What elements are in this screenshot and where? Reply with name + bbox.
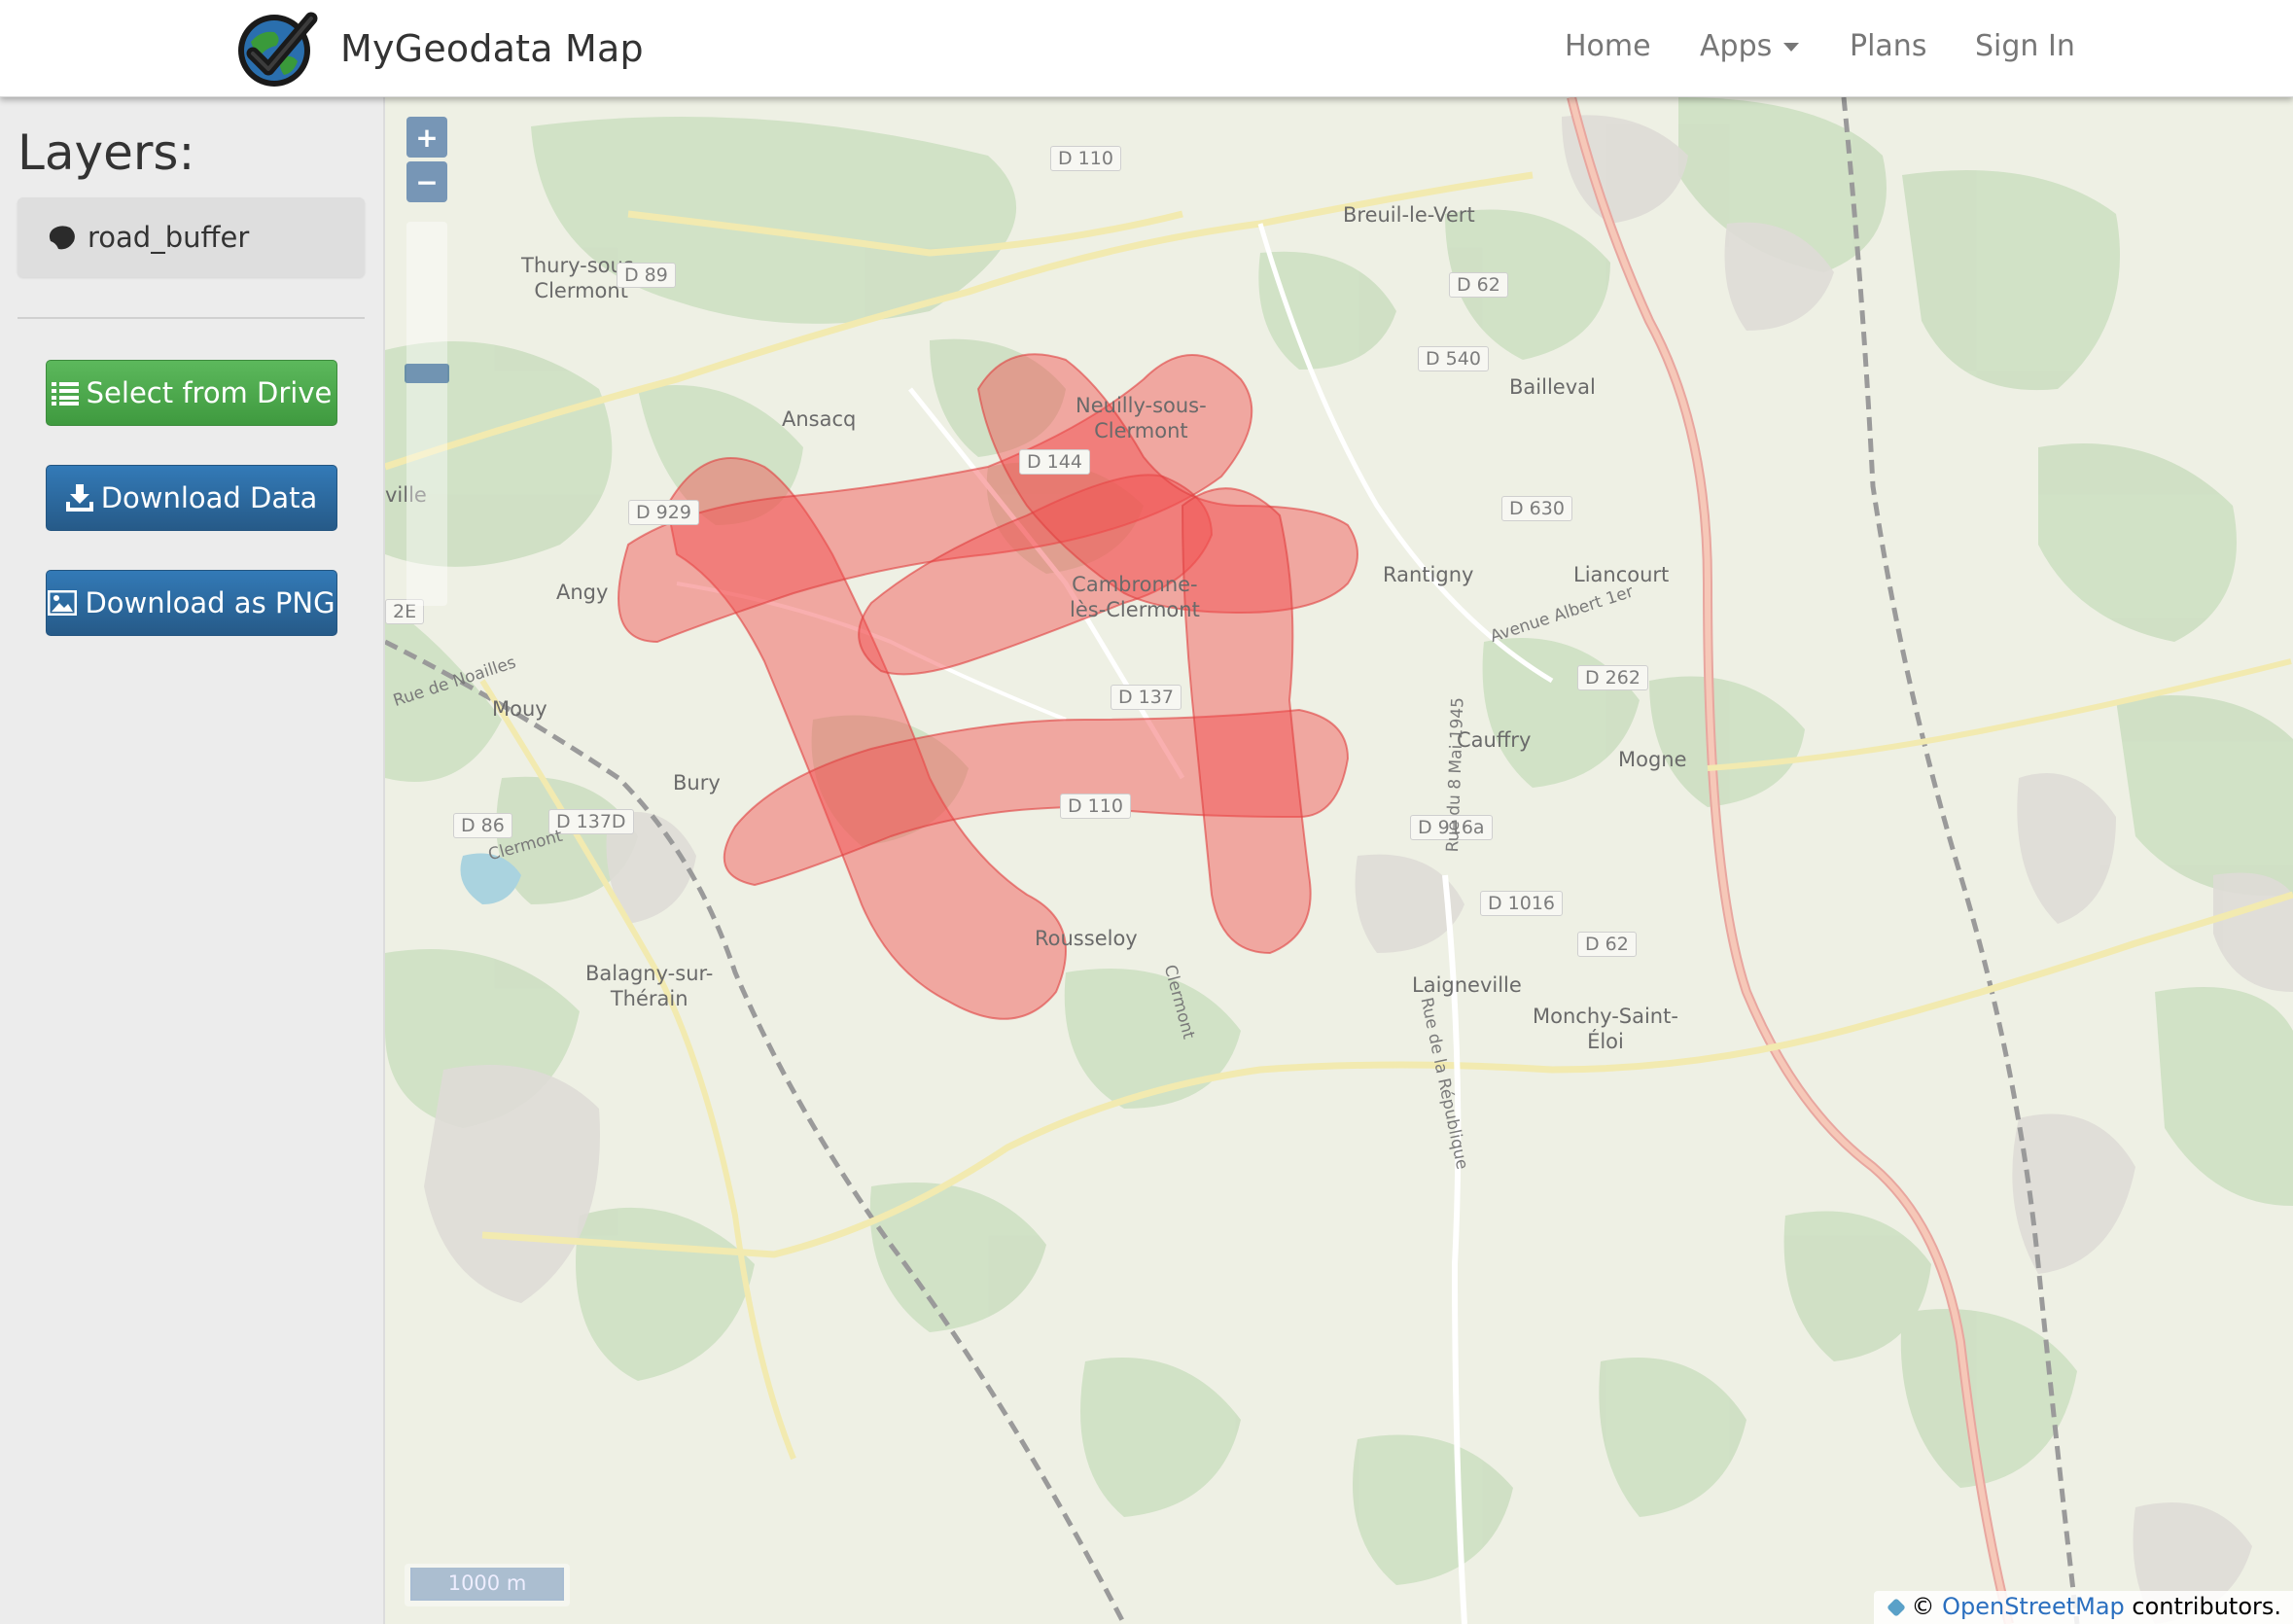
place-label-rousseloy: Rousseloy xyxy=(1035,927,1138,950)
sidebar-divider xyxy=(18,317,365,319)
road-shield: D 137D xyxy=(548,809,634,834)
place-label-laigneville: Laigneville xyxy=(1412,973,1522,997)
place-label-balagny: Balagny-sur- Thérain xyxy=(585,962,714,1011)
place-label-angy: Angy xyxy=(556,581,609,604)
place-label-ansacq: Ansacq xyxy=(782,407,857,431)
nav-sign-in[interactable]: Sign In xyxy=(1975,29,2075,63)
nav-links: Home Apps Plans Sign In xyxy=(0,0,2293,97)
road-shield: D 62 xyxy=(1577,932,1637,957)
nav-plans[interactable]: Plans xyxy=(1850,29,1926,63)
place-label-mogne: Mogne xyxy=(1618,748,1687,771)
map-view[interactable]: Thury-sous- Clermont Ansacq Neuilly-sous… xyxy=(385,97,2293,1624)
attribution-suffix: contributors. xyxy=(2132,1593,2281,1620)
zoom-in-button[interactable]: + xyxy=(406,117,447,158)
zoom-out-button[interactable]: − xyxy=(406,161,447,202)
polygon-icon xyxy=(49,226,75,250)
nav-home[interactable]: Home xyxy=(1565,29,1651,63)
place-label-rantigny: Rantigny xyxy=(1383,563,1474,586)
road-shield: D 62 xyxy=(1449,272,1508,298)
place-label-breuil: Breuil-le-Vert xyxy=(1343,203,1475,227)
caret-down-icon xyxy=(1783,43,1800,52)
scale-bar: 1000 m xyxy=(410,1568,564,1601)
road-shield: D 540 xyxy=(1418,346,1489,371)
road-shield: D 630 xyxy=(1501,496,1572,521)
place-label-mouy: Mouy xyxy=(492,697,547,721)
download-as-png-button[interactable]: Download as PNG xyxy=(46,570,337,636)
map-attribution: © OpenStreetMap contributors. xyxy=(1874,1591,2293,1624)
download-data-button[interactable]: Download Data xyxy=(46,465,337,531)
top-navbar: MyGeodata Map Home Apps Plans Sign In xyxy=(0,0,2293,97)
place-label-neuilly: Neuilly-sous- Clermont xyxy=(1076,394,1207,443)
image-icon xyxy=(48,590,78,616)
zoom-slider-track[interactable] xyxy=(406,222,447,606)
nav-apps-dropdown[interactable]: Apps xyxy=(1700,29,1800,63)
select-from-drive-label: Select from Drive xyxy=(86,376,333,409)
attribution-prefix: © xyxy=(1911,1593,1935,1620)
osm-basemap xyxy=(385,97,2293,1624)
download-data-label: Download Data xyxy=(100,481,318,514)
download-icon xyxy=(65,484,93,512)
layer-item-road-buffer[interactable]: road_buffer xyxy=(18,197,365,277)
place-label-bury: Bury xyxy=(673,771,721,794)
place-label-cambronne: Cambronne- lès-Clermont xyxy=(1070,573,1200,622)
download-as-png-label: Download as PNG xyxy=(85,586,335,619)
attribution-icon[interactable] xyxy=(1887,1598,1907,1617)
road-shield: D 110 xyxy=(1060,794,1131,819)
road-shield: D 137 xyxy=(1111,685,1182,710)
nav-apps-label: Apps xyxy=(1700,29,1773,63)
place-label-monchy: Monchy-Saint- Éloi xyxy=(1533,1005,1678,1054)
layers-title: Layers: xyxy=(18,124,195,181)
sidebar: Layers: road_buffer Select from Drive Do… xyxy=(0,97,385,1624)
road-shield: D 144 xyxy=(1019,449,1090,475)
zoom-slider-handle[interactable] xyxy=(405,364,449,383)
road-shield: D 1016 xyxy=(1480,891,1564,916)
road-shield: D 110 xyxy=(1050,146,1121,171)
road-shield: D 262 xyxy=(1577,665,1648,690)
road-shield: D 89 xyxy=(617,263,676,288)
place-label-cauffry: Cauffry xyxy=(1457,728,1532,752)
layer-name: road_buffer xyxy=(88,221,250,254)
openstreetmap-link[interactable]: OpenStreetMap xyxy=(1942,1593,2125,1620)
place-label-bailleval: Bailleval xyxy=(1509,375,1596,399)
list-icon xyxy=(51,382,79,406)
road-shield: D 929 xyxy=(628,500,699,525)
road-shield: D 86 xyxy=(453,813,512,838)
select-from-drive-button[interactable]: Select from Drive xyxy=(46,360,337,426)
